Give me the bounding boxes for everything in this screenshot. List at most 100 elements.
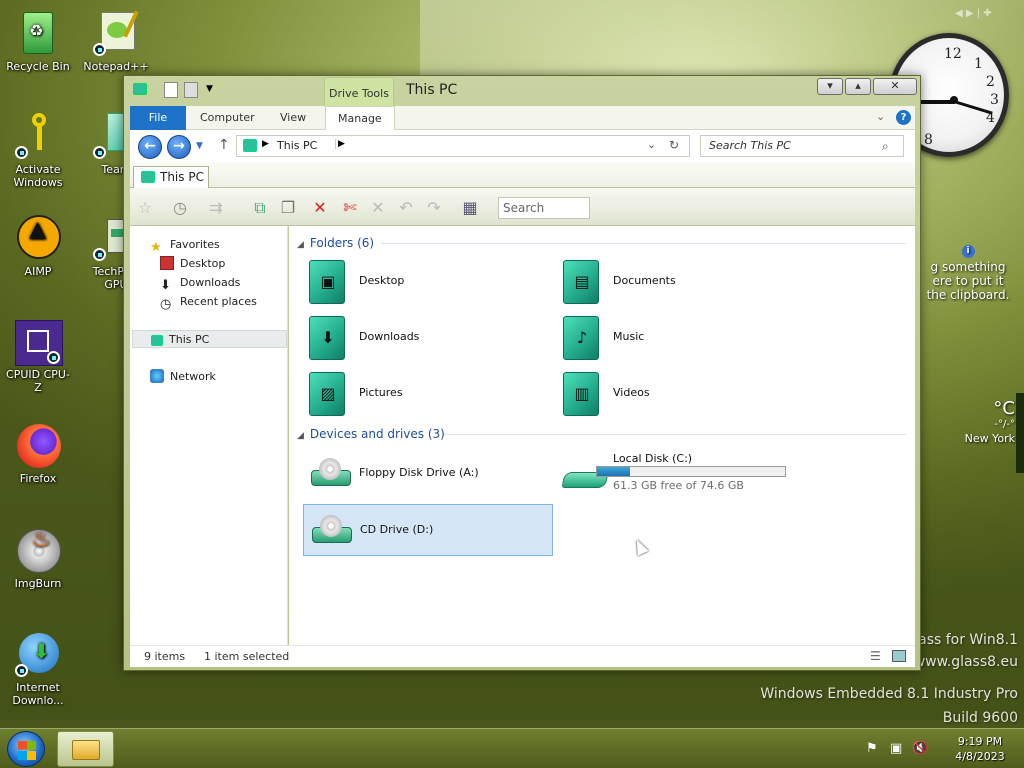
taskbar-file-explorer[interactable] xyxy=(57,731,114,767)
recent-locations-dropdown[interactable]: ▼ xyxy=(196,141,203,151)
help-icon[interactable]: ? xyxy=(896,110,911,125)
up-button[interactable]: ↑ xyxy=(218,137,230,153)
maximize-button[interactable]: ▴ xyxy=(845,78,871,95)
folder-item-documents[interactable]: ▤ Documents xyxy=(557,256,807,308)
minimize-button[interactable]: ▾ xyxy=(817,78,843,95)
start-button[interactable] xyxy=(7,731,45,767)
taskbar: ⚑ ▣ 🔇 9:19 PM 4/8/2023 xyxy=(0,728,1024,768)
history-icon[interactable]: ◷ xyxy=(170,198,190,218)
weather-range: -°/-° xyxy=(994,419,1015,430)
disconnect-icon[interactable]: ✕ xyxy=(368,198,388,218)
collapse-triangle-icon: ◢ xyxy=(297,240,304,250)
folder-item-videos[interactable]: ▥ Videos xyxy=(557,368,807,420)
window-title: This PC xyxy=(406,82,458,98)
group-divider xyxy=(381,243,906,244)
breadcrumb-this-pc[interactable]: This PC xyxy=(277,139,317,152)
brand-line-2: www.glass8.eu xyxy=(913,654,1018,670)
nav-this-pc[interactable]: This PC xyxy=(132,330,287,348)
copy-to-icon[interactable]: ⧉ xyxy=(250,198,270,218)
desktop-icon-internet-download-manager[interactable]: ⬇ Internet Downlo... xyxy=(3,631,73,707)
desktop-icon-label: Firefox xyxy=(19,472,57,485)
desktop-icon xyxy=(160,256,174,270)
move-to-icon[interactable]: ❐ xyxy=(278,198,298,218)
desktop-icon-label: Recycle Bin xyxy=(6,60,70,73)
gadget-side-controls[interactable] xyxy=(1016,393,1024,473)
nav-favorites[interactable]: ★ Favorites xyxy=(150,236,220,255)
weather-gadget[interactable]: °C -°/-° New York xyxy=(920,398,1015,453)
close-button[interactable]: ✕ xyxy=(873,78,917,95)
network-tray-icon[interactable]: ▣ xyxy=(890,741,902,756)
group-header-devices[interactable]: ◢ Devices and drives (3) xyxy=(297,427,445,441)
folder-item-downloads[interactable]: ⬇ Downloads xyxy=(303,312,553,364)
new-folder-icon[interactable] xyxy=(184,82,198,98)
folder-item-music[interactable]: ♪ Music xyxy=(557,312,807,364)
desktop-icon-label: CPUID CPU-Z xyxy=(6,368,70,394)
toolbar-search-input[interactable]: Search xyxy=(498,197,590,219)
nav-desktop[interactable]: Desktop xyxy=(160,255,225,273)
map-drive-icon[interactable]: ⇉ xyxy=(206,198,226,218)
forward-button[interactable]: → xyxy=(167,135,191,159)
aimp-icon: ▲ xyxy=(15,215,61,261)
folder-tab-this-pc[interactable]: This PC xyxy=(133,166,209,188)
volume-muted-icon[interactable]: 🔇 xyxy=(912,741,928,756)
address-dropdown-icon[interactable]: ⌄ xyxy=(647,138,656,151)
cut-icon[interactable]: ✄ xyxy=(340,198,360,218)
tab-manage[interactable]: Manage xyxy=(325,106,395,130)
music-folder-icon: ♪ xyxy=(563,316,599,360)
view-options-icon[interactable]: ▦ xyxy=(460,198,480,218)
gadget-top-controls[interactable]: ◀ ▶ | ✚ xyxy=(955,8,1021,22)
desktop-icon-aimp[interactable]: ▲ AIMP xyxy=(3,215,73,278)
breadcrumb-arrow-icon[interactable]: ▶ xyxy=(262,139,269,149)
nav-downloads[interactable]: ⬇ Downloads xyxy=(160,274,240,293)
nav-recent-places[interactable]: ◷ Recent places xyxy=(160,293,257,312)
desktop-icon-label: Internet Downlo... xyxy=(12,681,64,707)
address-bar[interactable]: ▶ This PC ▶ ⌄ ↻ xyxy=(236,135,690,157)
drive-item-floppy[interactable]: Floppy Disk Drive (A:) xyxy=(303,448,553,500)
redo-icon[interactable]: ↷ xyxy=(424,198,444,218)
nav-network[interactable]: Network xyxy=(150,368,216,386)
quick-access-dropdown-icon[interactable]: ▼ xyxy=(206,84,213,94)
details-view-icon[interactable]: ☰ xyxy=(870,649,881,663)
action-center-flag-icon[interactable]: ⚑ xyxy=(866,741,878,756)
explorer-window[interactable]: ▼ Drive Tools This PC ▾ ▴ ✕ File Compute… xyxy=(123,75,921,671)
content-pane[interactable]: ◢ Folders (6) ▣ Desktop ▤ Documents ⬇ Dow… xyxy=(289,226,915,645)
clipboard-gadget[interactable]: i g something ere to put it the clipboar… xyxy=(912,245,1024,315)
tab-view[interactable]: View xyxy=(268,106,318,130)
this-pc-icon xyxy=(151,335,163,346)
desktop-icon-activate-windows[interactable]: Activate Windows xyxy=(3,113,73,189)
folder-tab-strip: This PC xyxy=(130,162,915,188)
search-input[interactable]: Search This PC xyxy=(700,135,904,157)
downloads-folder-icon: ⬇ xyxy=(309,316,345,360)
desktop-icon-notepad-plus-plus[interactable]: Notepad++ xyxy=(81,10,151,73)
documents-folder-icon: ▤ xyxy=(563,260,599,304)
desktop-icon-firefox[interactable]: Firefox xyxy=(3,422,73,485)
local-disk-usage-fill xyxy=(597,467,631,476)
toolbar: ☆ ◷ ⇉ ⧉ ❐ ✕ ✄ ✕ ↶ ↷ ▦ Search xyxy=(130,188,915,226)
title-bar[interactable]: ▼ Drive Tools This PC ▾ ▴ ✕ xyxy=(124,76,920,107)
refresh-icon[interactable]: ↻ xyxy=(669,138,679,152)
folder-item-pictures[interactable]: ▨ Pictures xyxy=(303,368,553,420)
desktop-icon-imgburn[interactable]: ♨ ImgBurn xyxy=(3,527,73,591)
tray-clock[interactable]: 9:19 PM 4/8/2023 xyxy=(945,734,1015,764)
tab-file[interactable]: File xyxy=(130,106,186,130)
firefox-icon xyxy=(15,422,61,468)
large-icons-view-icon[interactable] xyxy=(892,650,906,662)
back-button[interactable]: ← xyxy=(138,135,162,159)
desktop-icon-cpuz[interactable]: CPUID CPU-Z xyxy=(3,318,73,394)
favorite-star-icon[interactable]: ☆ xyxy=(135,198,155,218)
delete-icon[interactable]: ✕ xyxy=(310,198,330,218)
properties-icon[interactable] xyxy=(164,82,178,98)
drive-item-cd[interactable]: CD Drive (D:) xyxy=(303,504,553,556)
desktop-icon-recycle-bin[interactable]: ♻ Recycle Bin xyxy=(3,10,73,73)
desktop-icon-label: Activate Windows xyxy=(13,163,63,189)
group-header-folders[interactable]: ◢ Folders (6) xyxy=(297,236,374,250)
local-disk-usage-bar xyxy=(596,466,786,477)
collapse-triangle-icon: ◢ xyxy=(297,431,304,441)
undo-icon[interactable]: ↶ xyxy=(396,198,416,218)
desktop-icon-label: Notepad++ xyxy=(83,60,149,73)
ribbon-expand-icon[interactable]: ⌄ xyxy=(876,110,885,123)
folder-item-desktop[interactable]: ▣ Desktop xyxy=(303,256,553,308)
tab-computer[interactable]: Computer xyxy=(188,106,267,130)
brand-line-3: Windows Embedded 8.1 Industry Pro xyxy=(760,686,1018,702)
breadcrumb-arrow-icon[interactable]: ▶ xyxy=(335,139,345,149)
